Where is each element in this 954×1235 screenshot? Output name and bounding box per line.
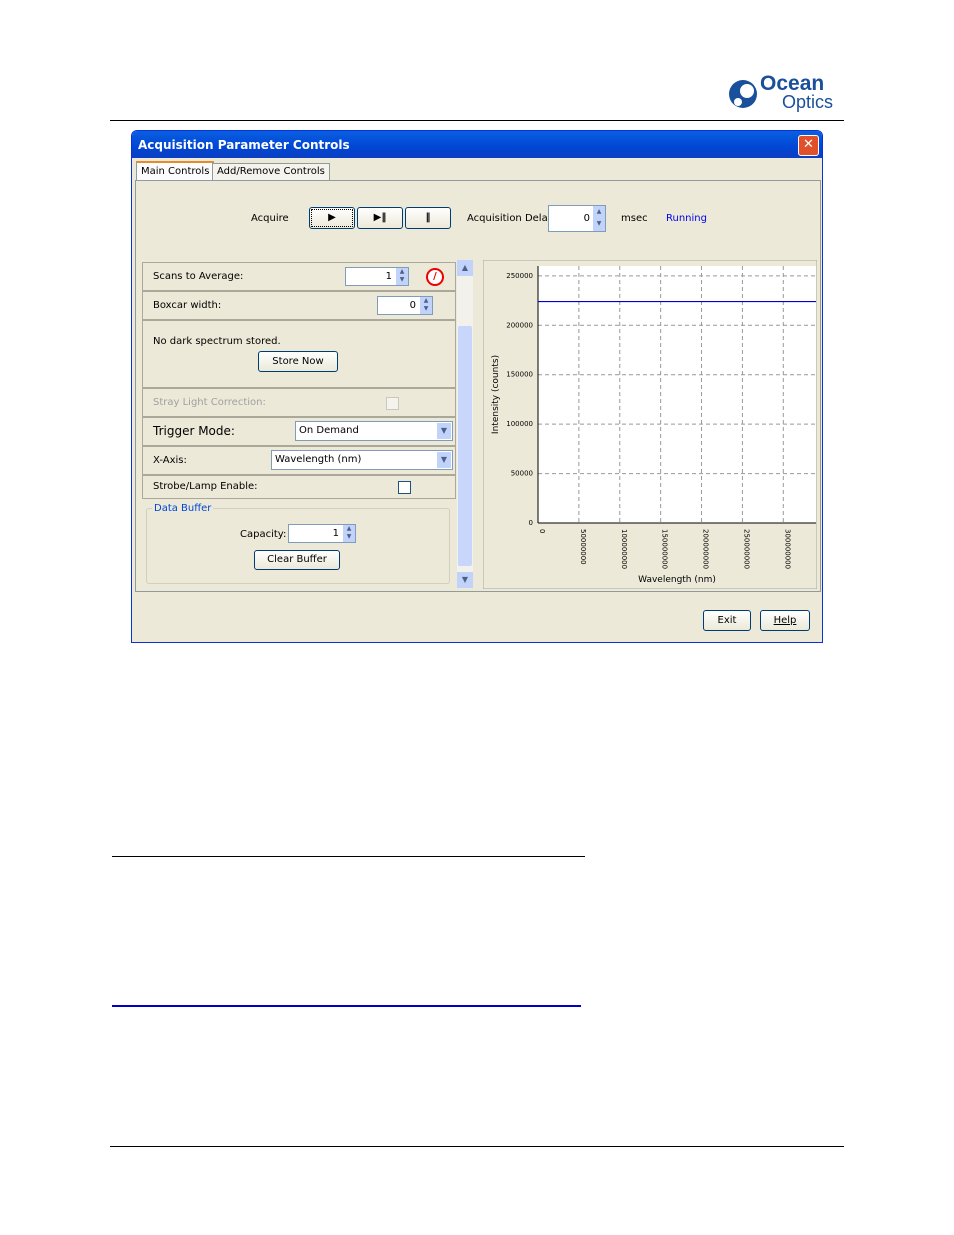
- help-button[interactable]: Help: [760, 610, 810, 631]
- store-now-button[interactable]: Store Now: [258, 351, 338, 372]
- scroll-up-button[interactable]: ▲: [457, 260, 473, 276]
- single-step-button[interactable]: ▶‖: [357, 207, 403, 229]
- x-tick-label: 0: [538, 529, 546, 533]
- y-tick-label: 0: [529, 519, 533, 527]
- x-tick-label: 50000000: [579, 529, 587, 565]
- scans-spinner[interactable]: 1 ▲ ▼: [345, 267, 409, 286]
- y-tick-label: 200000: [506, 321, 533, 329]
- close-button[interactable]: ✕: [798, 135, 819, 156]
- y-tick-label: 100000: [506, 420, 533, 428]
- trigger-mode-select[interactable]: On Demand ▼: [295, 421, 453, 441]
- x-tick-label: 200000000: [702, 529, 710, 569]
- stray-light-label: Stray Light Correction:: [153, 397, 266, 408]
- y-tick-label: 50000: [511, 470, 533, 478]
- title-bar[interactable]: Acquisition Parameter Controls ✕: [132, 131, 822, 158]
- acq-delay-spinner[interactable]: 0 ▲ ▼: [548, 205, 606, 232]
- data-buffer-legend: Data Buffer: [152, 503, 214, 514]
- x-tick-label: 100000000: [620, 529, 628, 569]
- x-axis-select[interactable]: Wavelength (nm) ▼: [271, 450, 453, 470]
- logo-text-optics: Optics: [782, 92, 834, 112]
- scroll-thumb[interactable]: [458, 326, 472, 566]
- rule-1: [112, 856, 585, 857]
- strobe-checkbox[interactable]: [398, 481, 411, 494]
- strobe-label: Strobe/Lamp Enable:: [153, 481, 258, 492]
- x-tick-label: 300000000: [783, 529, 791, 569]
- boxcar-spinner[interactable]: 0 ▲ ▼: [377, 296, 433, 315]
- plot-area: [538, 266, 816, 523]
- acq-delay-label: Acquisition Delay: [467, 213, 554, 224]
- capacity-spinner[interactable]: 1 ▲ ▼: [288, 524, 356, 543]
- exit-button[interactable]: Exit: [703, 610, 751, 631]
- x-tick-label: 250000000: [742, 529, 750, 569]
- msec-label: msec: [621, 213, 648, 224]
- scrollbar[interactable]: ▲ ▼: [457, 260, 473, 588]
- x-axis-label: X-Axis:: [153, 455, 187, 466]
- pause-button[interactable]: ‖: [405, 207, 451, 229]
- dark-spectrum-status: No dark spectrum stored.: [153, 336, 281, 347]
- trigger-mode-label: Trigger Mode:: [153, 424, 235, 438]
- y-tick-label: 150000: [506, 371, 533, 379]
- capacity-label: Capacity:: [240, 529, 287, 540]
- tab-main-controls[interactable]: Main Controls: [136, 161, 215, 181]
- scroll-down-button[interactable]: ▼: [457, 572, 473, 588]
- x-axis-title: Wavelength (nm): [638, 575, 716, 585]
- boxcar-label: Boxcar width:: [153, 300, 222, 311]
- y-tick-label: 250000: [506, 272, 533, 280]
- rule-2: [112, 1005, 581, 1007]
- scans-label: Scans to Average:: [153, 271, 244, 282]
- stray-light-checkbox[interactable]: [386, 397, 399, 410]
- play-button[interactable]: ▶: [309, 207, 355, 229]
- acquisition-dialog: Acquisition Parameter Controls ✕ Main Co…: [131, 130, 823, 643]
- dialog-title: Acquisition Parameter Controls: [138, 138, 350, 152]
- controls-list: Scans to Average: 1 ▲ ▼ / Boxcar width: 0 ▲…: [142, 260, 474, 590]
- clear-buffer-button[interactable]: Clear Buffer: [254, 550, 340, 570]
- reset-icon[interactable]: /: [426, 268, 444, 286]
- tab-add-remove-controls[interactable]: Add/Remove Controls: [212, 163, 330, 180]
- data-buffer-group: Data Buffer Capacity: 1 ▲ ▼ Clear Buffer: [146, 503, 450, 584]
- ocean-optics-logo: Ocean Optics: [728, 72, 844, 116]
- header-rule: [110, 120, 844, 121]
- chevron-down-icon: ▼: [437, 423, 451, 439]
- x-tick-label: 150000000: [661, 529, 669, 569]
- y-axis-title: Intensity (counts): [491, 355, 501, 434]
- chevron-down-icon: ▼: [437, 452, 451, 468]
- spectrum-chart: 0 50000 100000 150000 200000 250000 0 50000000 1…: [483, 260, 817, 589]
- footer-rule: [110, 1146, 844, 1147]
- main-controls-panel: Acquire ▶ ▶‖ ‖ Acquisition Delay 0 ▲ ▼ mse…: [135, 180, 821, 592]
- acquire-label: Acquire: [251, 213, 289, 224]
- status-running: Running: [666, 213, 707, 224]
